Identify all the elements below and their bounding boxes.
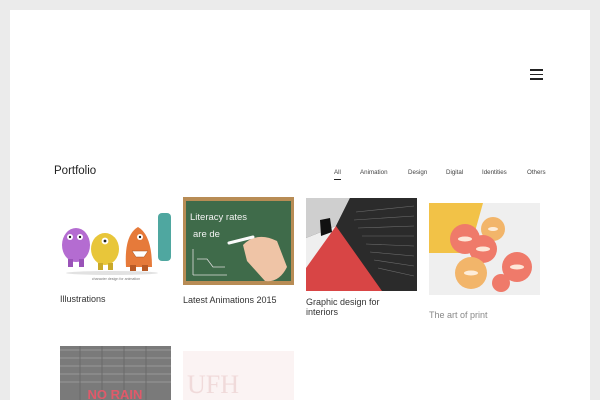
portfolio-card-latest-animations-2015[interactable]: Literacy rates are de Latest Animations … xyxy=(183,197,294,307)
tire-tread-photo: NO RAIN xyxy=(60,346,171,400)
portfolio-page: Portfolio All Animation Design Digital I… xyxy=(10,10,590,400)
filter-identities[interactable]: Identities xyxy=(482,169,507,176)
filter-animation[interactable]: Animation xyxy=(360,169,388,176)
hamburger-menu-icon[interactable] xyxy=(530,69,543,80)
animations-thumbnail: Literacy rates are de xyxy=(183,197,294,285)
tire-text: NO RAIN xyxy=(88,387,143,400)
filter-all[interactable]: All xyxy=(334,169,341,180)
portfolio-card-illustrations[interactable]: character design for animation Illustrat… xyxy=(60,197,171,307)
filter-digital[interactable]: Digital xyxy=(446,169,463,176)
print-coasters-photo xyxy=(429,203,532,292)
card-title: Latest Animations 2015 xyxy=(183,295,277,305)
illustration-caption: character design for animation xyxy=(92,277,140,281)
chalkboard-image: Literacy rates are de xyxy=(186,201,291,282)
chalkboard-line-1: Literacy rates xyxy=(190,212,247,223)
portfolio-card-tire[interactable]: NO RAIN xyxy=(60,346,171,400)
logo-thumbnail: UFH xyxy=(183,351,294,400)
filter-others[interactable]: Others xyxy=(527,169,546,176)
portfolio-filters: All Animation Design Digital Identities … xyxy=(334,169,546,183)
card-title: Illustrations xyxy=(60,294,106,304)
logo-text: UFH xyxy=(187,370,239,399)
portfolio-card-the-art-of-print[interactable]: The art of print xyxy=(429,203,540,320)
portfolio-card-logo[interactable]: UFH xyxy=(183,351,294,400)
chalkboard-line-2: are de xyxy=(193,229,220,240)
corridor-photo xyxy=(306,198,417,291)
print-thumbnail xyxy=(429,203,540,295)
illustrations-thumbnail: character design for animation xyxy=(60,197,171,285)
portfolio-card-graphic-design-for-interiors[interactable]: Graphic design for interiors xyxy=(306,198,417,323)
card-title: The art of print xyxy=(429,310,488,320)
faded-logo-image: UFH xyxy=(183,351,294,400)
tire-thumbnail: NO RAIN xyxy=(60,346,171,400)
filter-design[interactable]: Design xyxy=(408,169,427,176)
interiors-thumbnail xyxy=(306,198,417,291)
monsters-illustration: character design for animation xyxy=(62,213,171,281)
page-title: Portfolio xyxy=(54,165,97,177)
card-title: Graphic design for interiors xyxy=(306,297,380,317)
